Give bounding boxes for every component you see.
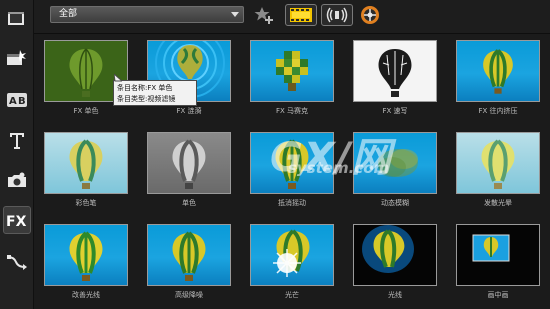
filter-label: 光线 [388,291,402,299]
filter-item[interactable]: 彩色笔 [38,128,136,218]
filter-thumbnail [353,132,437,194]
filter-thumbnail [353,40,437,102]
filter-label: FX 往内挤压 [478,107,518,115]
filter-item[interactable]: FX 马赛克 [244,36,342,126]
filter-label: FX 速写 [382,107,408,115]
filter-item[interactable]: 光芒 [244,220,342,309]
filter-thumbnail [353,224,437,286]
filter-thumbnail [44,224,128,286]
tooltip-type: 条目类型:视频滤镜 [117,95,176,103]
filter-thumbnail [44,132,128,194]
balloon-image [483,49,513,94]
filter-thumbnail [250,132,334,194]
title-icon[interactable] [3,126,31,154]
filter-label: 发散光晕 [484,199,512,207]
filter-toolbar: 全部 [34,0,550,34]
balloon-image [275,139,309,189]
svg-text:FX: FX [6,214,27,228]
filter-label: 光芒 [285,291,299,299]
add-favorite-icon[interactable] [252,4,276,26]
category-select-value: 全部 [59,9,78,19]
filter-label: 抵消摇动 [278,199,306,207]
item-tooltip: 条目名称:FX 单色 条目类型:视频滤镜 [113,80,197,106]
category-select[interactable]: 全部 [50,6,244,23]
balloon-image [172,231,206,281]
filter-label: 高级降噪 [175,291,203,299]
filter-label: 改善光线 [72,291,100,299]
filter-thumbnail [456,224,540,286]
picture-in-picture-image [472,234,510,262]
filter-item[interactable]: 光线 [347,220,445,309]
video-filter-icon[interactable] [285,4,317,26]
path-motion-icon[interactable] [3,248,31,276]
mosaic-balloon-image [276,51,308,91]
balloon-image [172,139,206,189]
filter-fx-icon[interactable]: FX [3,206,31,234]
filter-item[interactable]: 高级降噪 [141,220,239,309]
filter-item[interactable]: 动态模糊 [347,128,445,218]
filter-label: 彩色笔 [75,199,97,207]
chevron-down-icon [231,12,239,17]
filter-item[interactable]: 单色 [141,128,239,218]
sketch-balloon-image [378,49,412,97]
filter-item[interactable]: 画中画 [450,220,548,309]
filter-thumbnail [456,132,540,194]
filter-item[interactable]: 改善光线 [38,220,136,309]
filter-label: FX 单色 [73,107,99,115]
filter-item[interactable]: FX 速写 [347,36,445,126]
tooltip-name: 条目名称:FX 单色 [117,84,173,92]
filter-item[interactable]: 抵消摇动 [244,128,342,218]
audio-filter-icon[interactable] [321,4,353,26]
instant-project-icon[interactable] [3,44,31,72]
media-icon[interactable] [3,4,31,32]
filter-thumbnail [250,224,334,286]
svg-text:B: B [18,96,26,107]
svg-text:A: A [9,96,17,107]
flare-balloon-image [273,229,310,277]
filter-thumbnail [456,40,540,102]
balloon-image [69,48,103,97]
filter-item[interactable]: 发散光晕 [450,128,548,218]
settings-wheel-icon[interactable] [358,4,382,26]
graphic-icon[interactable] [3,166,31,194]
filter-label: 动态模糊 [381,199,409,207]
motion-blur-image [378,149,418,177]
filter-label: FX 马赛克 [275,107,309,115]
light-balloon-image [362,225,414,273]
filter-label: FX 涟漪 [176,107,202,115]
filter-label: 画中画 [487,291,509,299]
filter-label: 单色 [182,199,196,207]
filter-item[interactable]: FX 往内挤压 [450,36,548,126]
transition-icon[interactable]: AB [3,86,31,114]
filter-thumbnail [147,224,231,286]
filter-thumbnail [250,40,334,102]
left-tool-panel: AB FX [0,0,34,309]
tooltip-pointer [114,74,122,82]
filter-thumbnail [147,132,231,194]
balloon-image [69,139,103,189]
balloon-image [69,231,103,281]
balloon-image [481,139,515,189]
